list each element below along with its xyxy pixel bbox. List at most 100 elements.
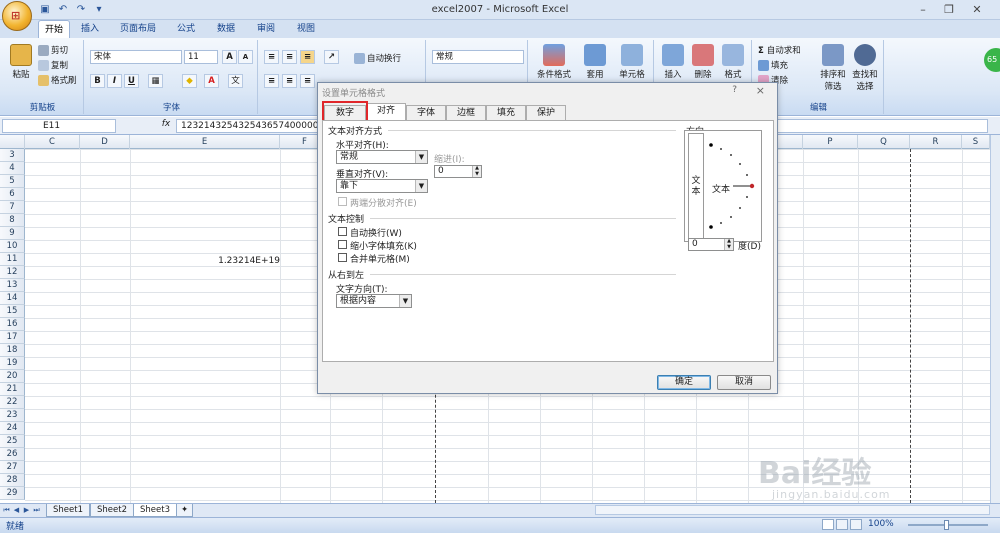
sheet-tab-2[interactable]: Sheet2 — [90, 504, 134, 517]
font-color-icon[interactable]: A — [204, 74, 219, 88]
office-button[interactable]: ⊞ — [2, 1, 32, 31]
cell-e11[interactable]: 1.23214E+19 — [180, 256, 280, 266]
tab-view[interactable]: 视图 — [288, 20, 324, 38]
row-header[interactable]: 23 — [0, 409, 25, 422]
row-header[interactable]: 13 — [0, 279, 25, 292]
align-right-icon[interactable]: ≡ — [300, 74, 315, 88]
zoom-level[interactable]: 100% — [868, 519, 894, 529]
row-header[interactable]: 10 — [0, 240, 25, 253]
row-header[interactable]: 5 — [0, 175, 25, 188]
align-center-icon[interactable]: ≡ — [282, 74, 297, 88]
zoom-slider-knob[interactable] — [944, 520, 949, 530]
row-header[interactable]: 22 — [0, 396, 25, 409]
vertical-scrollbar[interactable] — [990, 135, 1000, 503]
row-header[interactable]: 16 — [0, 318, 25, 331]
row-header[interactable]: 18 — [0, 344, 25, 357]
font-name-combo[interactable]: 宋体 — [90, 50, 182, 64]
sheet-tab-1[interactable]: Sheet1 — [46, 504, 90, 517]
column-header[interactable]: S — [962, 135, 990, 149]
close-icon[interactable]: ✕ — [966, 2, 988, 17]
merge-cells-checkbox[interactable] — [338, 253, 347, 262]
phonetic-icon[interactable]: 文 — [228, 74, 243, 88]
ok-button[interactable]: 确定 — [657, 375, 711, 390]
row-header[interactable]: 11 — [0, 253, 25, 266]
shrink-to-fit-checkbox[interactable] — [338, 240, 347, 249]
first-sheet-icon[interactable]: ⏮ — [2, 505, 11, 515]
column-header[interactable]: E — [130, 135, 280, 149]
insert-sheet-icon[interactable]: ✦ — [176, 504, 194, 517]
format-painter-button[interactable]: 格式刷 — [38, 74, 77, 86]
tab-alignment[interactable]: 对齐 — [366, 103, 406, 121]
vertical-text-option[interactable]: 文本 — [688, 133, 704, 239]
borders-icon[interactable]: ▦ — [148, 74, 163, 88]
copy-button[interactable]: 复制 — [38, 59, 68, 71]
justify-distributed-checkbox[interactable] — [338, 197, 347, 206]
indent-spinner[interactable]: 0 ▲ ▼ — [434, 165, 482, 178]
column-header[interactable]: C — [25, 135, 80, 149]
restore-icon[interactable]: ❐ — [938, 2, 960, 17]
wrap-text-checkbox[interactable] — [338, 227, 347, 236]
column-header[interactable]: R — [910, 135, 962, 149]
row-header[interactable]: 19 — [0, 357, 25, 370]
row-header[interactable]: 20 — [0, 370, 25, 383]
wrap-text-button[interactable]: 自动换行 — [354, 52, 401, 64]
row-header[interactable]: 27 — [0, 461, 25, 474]
insert-cells-button[interactable]: 插入 — [658, 44, 688, 80]
insert-function-button[interactable]: fx — [158, 119, 174, 133]
sort-filter-button[interactable]: 排序和 筛选 — [818, 44, 848, 92]
underline-button[interactable]: U — [124, 74, 139, 88]
bold-button[interactable]: B — [90, 74, 105, 88]
row-header[interactable]: 8 — [0, 214, 25, 227]
autosum-button[interactable]: Σ 自动求和 — [758, 44, 801, 56]
align-bottom-icon[interactable]: ≡ — [300, 50, 315, 64]
tab-home[interactable]: 开始 — [38, 20, 70, 38]
align-middle-icon[interactable]: ≡ — [282, 50, 297, 64]
prev-sheet-icon[interactable]: ◀ — [12, 505, 21, 515]
name-box[interactable]: E11 — [2, 119, 116, 133]
column-header[interactable]: D — [80, 135, 130, 149]
align-top-icon[interactable]: ≡ — [264, 50, 279, 64]
column-header[interactable]: Q — [858, 135, 910, 149]
select-all-corner[interactable] — [0, 135, 25, 149]
align-left-icon[interactable]: ≡ — [264, 74, 279, 88]
number-format-combo[interactable]: 常规 — [432, 50, 524, 64]
row-header[interactable]: 12 — [0, 266, 25, 279]
tab-font[interactable]: 字体 — [406, 105, 446, 121]
row-header[interactable]: 4 — [0, 162, 25, 175]
row-header[interactable]: 17 — [0, 331, 25, 344]
italic-button[interactable]: I — [107, 74, 122, 88]
column-header[interactable]: P — [803, 135, 858, 149]
normal-view-icon[interactable] — [822, 519, 834, 530]
row-header[interactable]: 29 — [0, 487, 25, 500]
orientation-icon[interactable]: ↗ — [324, 50, 339, 64]
row-header[interactable]: 14 — [0, 292, 25, 305]
sheet-tab-3[interactable]: Sheet3 — [133, 504, 177, 517]
row-header[interactable]: 24 — [0, 422, 25, 435]
row-header[interactable]: 3 — [0, 149, 25, 162]
find-select-button[interactable]: 查找和 选择 — [850, 44, 880, 92]
font-size-combo[interactable]: 11 — [184, 50, 218, 64]
cell-styles-button[interactable]: 单元格 — [614, 44, 650, 80]
row-header[interactable]: 25 — [0, 435, 25, 448]
row-header[interactable]: 21 — [0, 383, 25, 396]
minimize-icon[interactable]: – — [912, 2, 934, 17]
text-direction-select[interactable]: 根据内容 ▼ — [336, 294, 412, 308]
fill-button[interactable]: 填充 — [758, 59, 788, 71]
cancel-button[interactable]: 取消 — [717, 375, 771, 390]
tab-review[interactable]: 审阅 — [248, 20, 284, 38]
tab-protection[interactable]: 保护 — [526, 105, 566, 121]
fill-color-icon[interactable]: ◆ — [182, 74, 197, 88]
page-layout-view-icon[interactable] — [836, 519, 848, 530]
save-icon[interactable]: ▣ — [38, 3, 52, 17]
redo-icon[interactable]: ↷ — [74, 3, 88, 17]
tab-insert[interactable]: 插入 — [74, 20, 106, 38]
paste-button[interactable]: 粘贴 — [8, 44, 34, 80]
next-sheet-icon[interactable]: ▶ — [22, 505, 31, 515]
customize-toolbar-icon[interactable]: ▾ — [92, 3, 106, 17]
tab-border[interactable]: 边框 — [446, 105, 486, 121]
horizontal-align-select[interactable]: 常规 ▼ — [336, 150, 428, 164]
row-header[interactable]: 15 — [0, 305, 25, 318]
row-header[interactable]: 6 — [0, 188, 25, 201]
row-header[interactable]: 7 — [0, 201, 25, 214]
format-as-table-button[interactable]: 套用 — [580, 44, 610, 80]
